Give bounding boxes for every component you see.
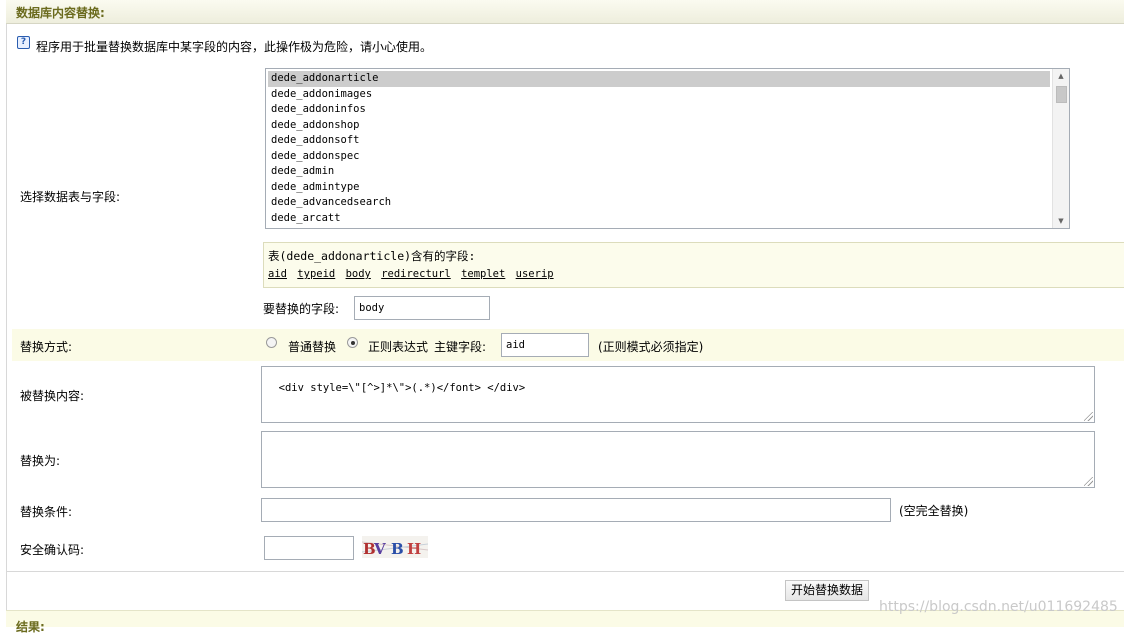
table-option[interactable]: dede_admintype: [268, 180, 1050, 196]
scroll-thumb[interactable]: [1056, 86, 1067, 103]
table-option[interactable]: dede_admin: [268, 164, 1050, 180]
form-separator: [6, 571, 1124, 572]
replace-mode-label: 替换方式:: [20, 340, 73, 354]
table-option[interactable]: dede_addonshop: [268, 118, 1050, 134]
radio-regex-label[interactable]: 正则表达式: [368, 338, 428, 355]
select-table-label: 选择数据表与字段:: [20, 190, 121, 204]
fields-panel: 表(dede_addonarticle)含有的字段: aid typeid bo…: [263, 242, 1124, 288]
scroll-up-icon[interactable]: ▲: [1053, 69, 1069, 83]
fields-panel-title: 表(dede_addonarticle)含有的字段:: [268, 249, 476, 263]
replaced-content-text: <div style=\"[^>]*\">(.*)</font> </div>: [278, 382, 526, 394]
captcha-image[interactable]: B V B H: [362, 536, 428, 558]
watermark-text: https://blog.csdn.net/u011692485: [879, 599, 1118, 615]
replace-with-textarea[interactable]: [261, 431, 1095, 488]
table-option[interactable]: dede_addonsoft: [268, 133, 1050, 149]
captcha-label: 安全确认码:: [20, 543, 85, 557]
key-field-input[interactable]: aid: [501, 333, 589, 357]
field-link-body[interactable]: body: [346, 268, 371, 280]
field-link-list: aid typeid body redirecturl templet user…: [268, 268, 558, 280]
field-link-templet[interactable]: templet: [461, 268, 505, 280]
field-link-typeid[interactable]: typeid: [297, 268, 335, 280]
table-option[interactable]: dede_addonspec: [268, 149, 1050, 165]
result-title: 结果:: [16, 620, 45, 634]
svg-text:H: H: [407, 540, 421, 558]
field-link-userip[interactable]: userip: [516, 268, 554, 280]
replaced-content-textarea[interactable]: <div style=\"[^>]*\">(.*)</font> </div>: [261, 366, 1095, 423]
scroll-down-icon[interactable]: ▼: [1053, 214, 1069, 228]
resize-grip-icon[interactable]: [1084, 477, 1093, 486]
radio-regex[interactable]: [347, 337, 358, 348]
condition-label: 替换条件:: [20, 505, 73, 519]
help-icon: ?: [17, 36, 30, 49]
table-listbox[interactable]: dede_addonarticle dede_addonimages dede_…: [265, 68, 1070, 229]
field-to-replace-label: 要替换的字段:: [263, 302, 340, 316]
captcha-input[interactable]: [264, 536, 354, 560]
field-link-aid[interactable]: aid: [268, 268, 287, 280]
table-list: dede_addonarticle dede_addonimages dede_…: [268, 71, 1050, 226]
page-title: 数据库内容替换:: [16, 6, 105, 20]
frame-left-border: [6, 0, 7, 610]
listbox-scrollbar[interactable]: ▲ ▼: [1052, 69, 1069, 228]
key-field-note: (正则模式必须指定): [598, 340, 704, 354]
condition-note: (空完全替换): [899, 504, 969, 518]
resize-grip-icon[interactable]: [1084, 412, 1093, 421]
header-bar: 数据库内容替换:: [6, 0, 1124, 24]
radio-normal-label[interactable]: 普通替换: [288, 338, 336, 355]
radio-normal[interactable]: [266, 337, 277, 348]
key-field-label: 主键字段:: [434, 340, 487, 354]
replaced-content-label: 被替换内容:: [20, 389, 85, 403]
table-option[interactable]: dede_addonimages: [268, 87, 1050, 103]
table-option[interactable]: dede_arcatt: [268, 211, 1050, 227]
svg-text:B: B: [391, 540, 404, 558]
field-to-replace-input[interactable]: body: [354, 296, 490, 320]
table-option[interactable]: dede_addoninfos: [268, 102, 1050, 118]
field-link-redirecturl[interactable]: redirecturl: [381, 268, 451, 280]
start-replace-button[interactable]: 开始替换数据: [785, 580, 870, 601]
warning-hint: 程序用于批量替换数据库中某字段的内容，此操作极为危险，请小心使用。: [36, 40, 433, 54]
table-option[interactable]: dede_addonarticle: [268, 71, 1050, 87]
table-option[interactable]: dede_advancedsearch: [268, 195, 1050, 211]
svg-text:V: V: [373, 540, 386, 558]
condition-input[interactable]: [261, 498, 891, 522]
replace-with-label: 替换为:: [20, 454, 61, 468]
